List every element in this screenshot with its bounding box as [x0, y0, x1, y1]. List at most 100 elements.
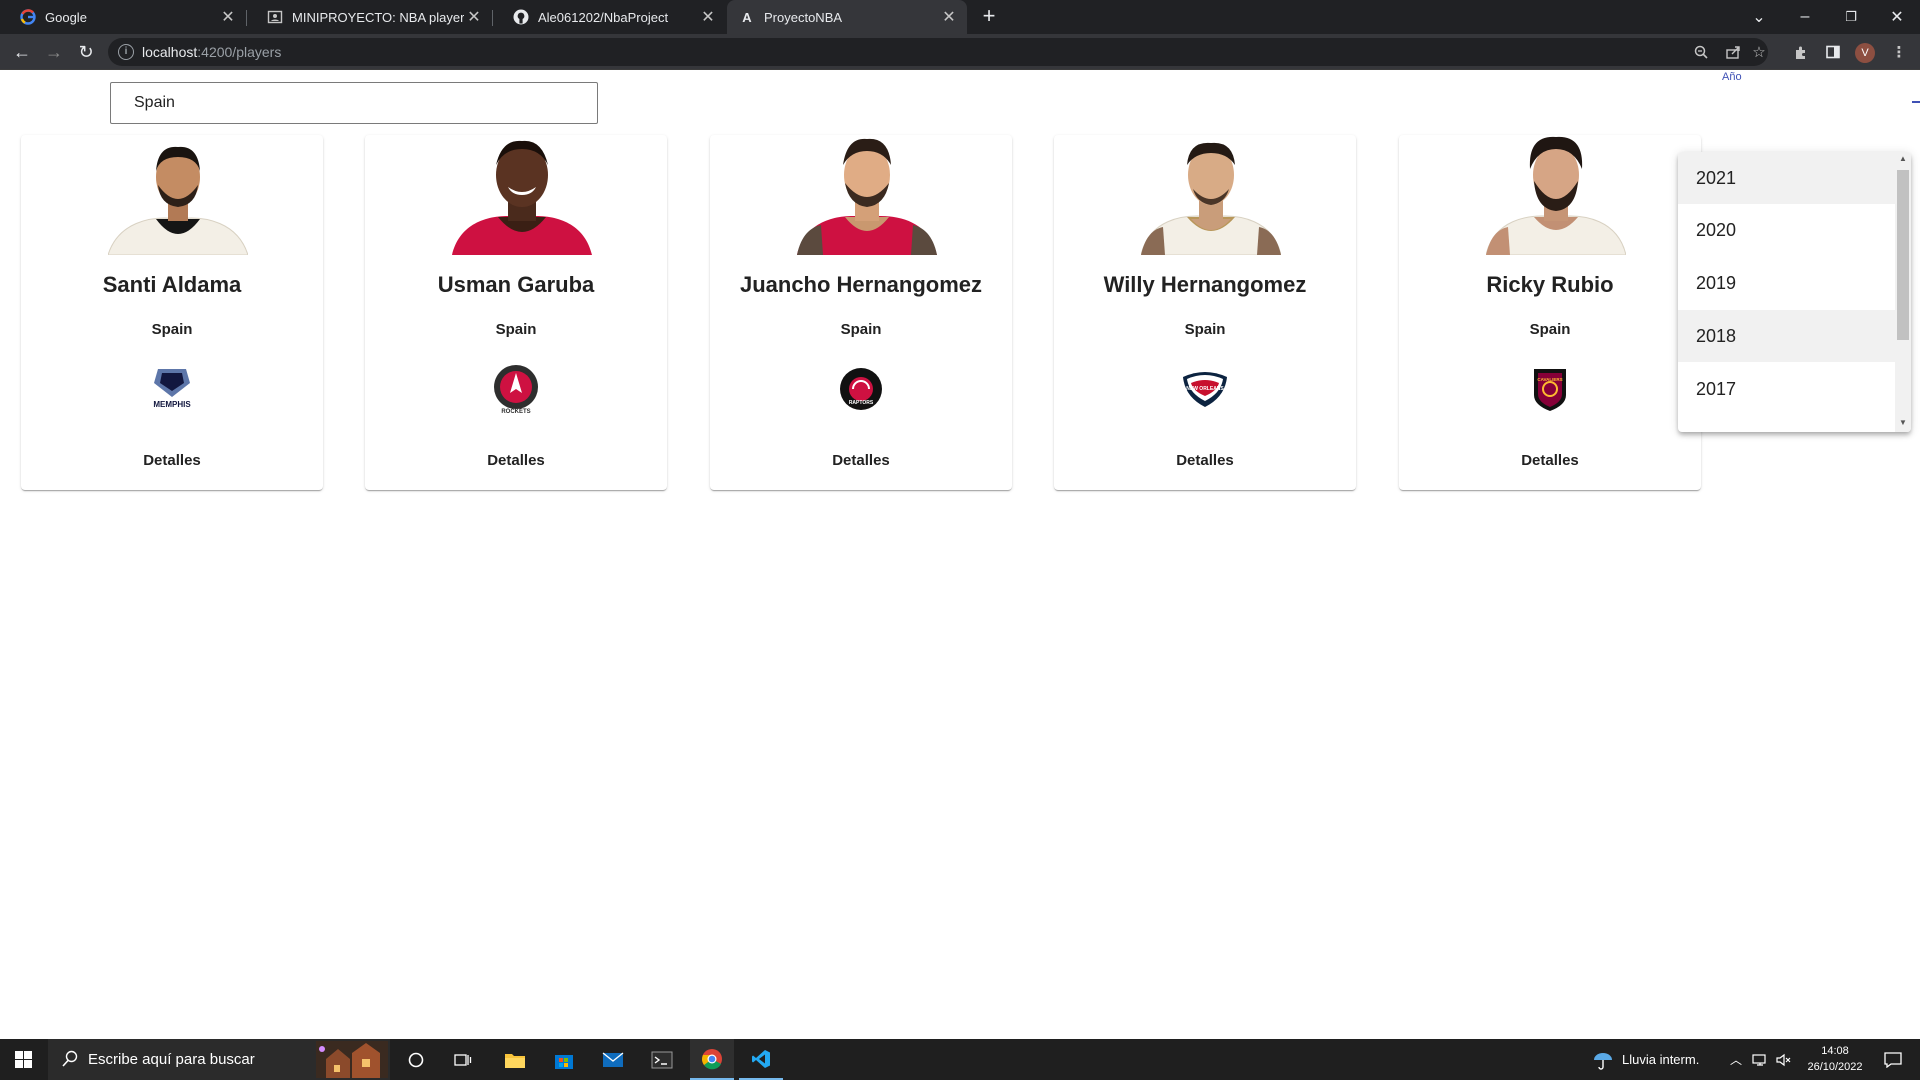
- search-icon: [62, 1050, 78, 1073]
- player-country: Spain: [151, 321, 193, 338]
- angular-icon: A: [742, 9, 752, 25]
- github-icon: [513, 9, 529, 25]
- close-window-button[interactable]: ✕: [1874, 0, 1920, 34]
- team-logo-text: CAVALIERS: [1537, 377, 1562, 382]
- scroll-down-arrow-icon[interactable]: ▼: [1898, 418, 1908, 430]
- player-photo: [1141, 135, 1281, 255]
- document-icon: [267, 9, 283, 25]
- clock-time: 14:08: [1821, 1045, 1849, 1057]
- tab-miniproyecto[interactable]: MINIPROYECTO: NBA players and ✕: [247, 0, 492, 34]
- player-country: Spain: [1184, 321, 1226, 338]
- url-path: :4200/players: [197, 44, 282, 60]
- url-text[interactable]: localhost:4200/players: [142, 44, 281, 60]
- details-button[interactable]: Detalles: [131, 445, 213, 475]
- side-panel-icon[interactable]: [1822, 41, 1844, 63]
- tab-title: ProyectoNBA: [764, 9, 843, 25]
- player-card: Usman Garuba Spain ROCKETS Detalles: [365, 135, 667, 490]
- zoom-icon[interactable]: [1690, 41, 1712, 63]
- details-button[interactable]: Detalles: [820, 445, 902, 475]
- back-button[interactable]: ←: [8, 38, 36, 66]
- file-explorer-icon[interactable]: [494, 1039, 536, 1080]
- player-card: Ricky Rubio Spain CAVALIERS Detalles: [1399, 135, 1701, 490]
- close-tab-icon[interactable]: ✕: [698, 7, 718, 27]
- details-button[interactable]: Detalles: [1164, 445, 1246, 475]
- tab-title: Google: [45, 9, 87, 25]
- country-search-field[interactable]: [110, 82, 598, 124]
- close-tab-icon[interactable]: ✕: [939, 7, 959, 27]
- taskbar-clock[interactable]: 14:08 26/10/2022: [1800, 1043, 1870, 1075]
- tab-title: Ale061202/NbaProject: [538, 9, 669, 25]
- country-search-input[interactable]: [134, 83, 584, 123]
- vscode-icon[interactable]: [739, 1039, 783, 1080]
- player-card: Santi Aldama Spain MEMPHIS Detalles: [21, 135, 323, 490]
- weather-rain-icon[interactable]: [1588, 1039, 1618, 1080]
- team-logo-text: NEW ORLEANS: [1186, 386, 1224, 392]
- task-view-icon[interactable]: [443, 1039, 483, 1080]
- mail-icon[interactable]: [592, 1039, 634, 1080]
- scroll-up-arrow-icon[interactable]: ▲: [1898, 154, 1908, 166]
- tab-github[interactable]: Ale061202/NbaProject ✕: [493, 0, 726, 34]
- terminal-icon[interactable]: [641, 1039, 683, 1080]
- minimize-button[interactable]: –: [1782, 0, 1828, 34]
- details-button[interactable]: Detalles: [1509, 445, 1591, 475]
- players-page: Año Santi Aldama Spain MEMPHIS Detalles: [0, 71, 1920, 1039]
- player-name: Usman Garuba: [437, 272, 595, 297]
- houston-rockets-logo: ROCKETS: [490, 363, 542, 415]
- clock-date: 26/10/2022: [1807, 1061, 1863, 1073]
- profile-avatar[interactable]: V: [1855, 43, 1875, 63]
- microsoft-store-icon[interactable]: [543, 1039, 585, 1080]
- tab-proyectonba[interactable]: A ProyectoNBA ✕: [727, 0, 967, 34]
- year-option[interactable]: 2016: [1678, 416, 1895, 432]
- year-option[interactable]: 2017: [1678, 363, 1895, 415]
- year-option[interactable]: 2018: [1678, 310, 1895, 362]
- player-country: Spain: [1529, 321, 1571, 338]
- scrollbar-thumb[interactable]: [1897, 170, 1909, 340]
- search-highlight-image: [316, 1041, 388, 1078]
- player-photo: [108, 135, 248, 255]
- player-country: Spain: [495, 321, 537, 338]
- player-card: Juancho Hernangomez Spain RAPTORS Detall…: [710, 135, 1012, 490]
- year-option[interactable]: 2020: [1678, 204, 1895, 256]
- toronto-raptors-logo: RAPTORS: [835, 363, 887, 415]
- chrome-icon[interactable]: [690, 1039, 734, 1080]
- player-name: Juancho Hernangomez: [739, 272, 983, 297]
- tab-google[interactable]: Google ✕: [0, 0, 246, 34]
- forward-button[interactable]: →: [40, 38, 68, 66]
- year-select-label: Año: [1722, 71, 1742, 83]
- player-name: Willy Hernangomez: [1103, 272, 1307, 297]
- cortana-icon[interactable]: [396, 1039, 436, 1080]
- team-logo-text: RAPTORS: [849, 400, 874, 406]
- browser-tab-strip: Google ✕ MINIPROYECTO: NBA players and ✕…: [0, 0, 1920, 34]
- year-option[interactable]: 2021: [1678, 152, 1895, 204]
- player-photo: [452, 135, 592, 255]
- share-icon[interactable]: [1722, 41, 1744, 63]
- new-tab-button[interactable]: +: [976, 4, 1002, 30]
- address-bar[interactable]: i localhost:4200/players ☆: [108, 38, 1768, 66]
- reload-button[interactable]: ↻: [72, 38, 100, 66]
- show-hidden-icons-icon[interactable]: ︿: [1724, 1039, 1748, 1080]
- close-tab-icon[interactable]: ✕: [218, 7, 238, 27]
- bookmark-star-icon[interactable]: ☆: [1748, 41, 1770, 63]
- cleveland-cavaliers-logo: CAVALIERS: [1524, 363, 1576, 415]
- extensions-icon[interactable]: [1790, 41, 1812, 63]
- windows-start-icon[interactable]: [0, 1039, 46, 1080]
- taskbar-search-box[interactable]: Escribe aquí para buscar: [48, 1039, 390, 1080]
- more-menu-icon[interactable]: ⋮: [1888, 41, 1910, 63]
- tab-title: MINIPROYECTO: NBA players and: [292, 9, 464, 25]
- taskbar-search-placeholder: Escribe aquí para buscar: [88, 1051, 255, 1068]
- notification-center-icon[interactable]: [1872, 1039, 1914, 1080]
- dropdown-scrollbar[interactable]: ▲ ▼: [1895, 152, 1911, 432]
- network-icon[interactable]: [1748, 1039, 1772, 1080]
- year-select-underline: [1912, 101, 1920, 103]
- close-tab-icon[interactable]: ✕: [464, 7, 484, 27]
- year-option[interactable]: 2019: [1678, 257, 1895, 309]
- player-name: Santi Aldama: [102, 272, 242, 297]
- site-info-icon[interactable]: i: [118, 44, 134, 60]
- restore-button[interactable]: ❐: [1828, 0, 1874, 34]
- weather-text[interactable]: Lluvia interm.: [1622, 1039, 1710, 1080]
- google-icon: [20, 9, 36, 25]
- details-button[interactable]: Detalles: [475, 445, 557, 475]
- memphis-grizzlies-logo: MEMPHIS: [146, 363, 198, 415]
- tab-search-icon[interactable]: ⌄: [1736, 0, 1782, 34]
- volume-muted-icon[interactable]: [1772, 1039, 1796, 1080]
